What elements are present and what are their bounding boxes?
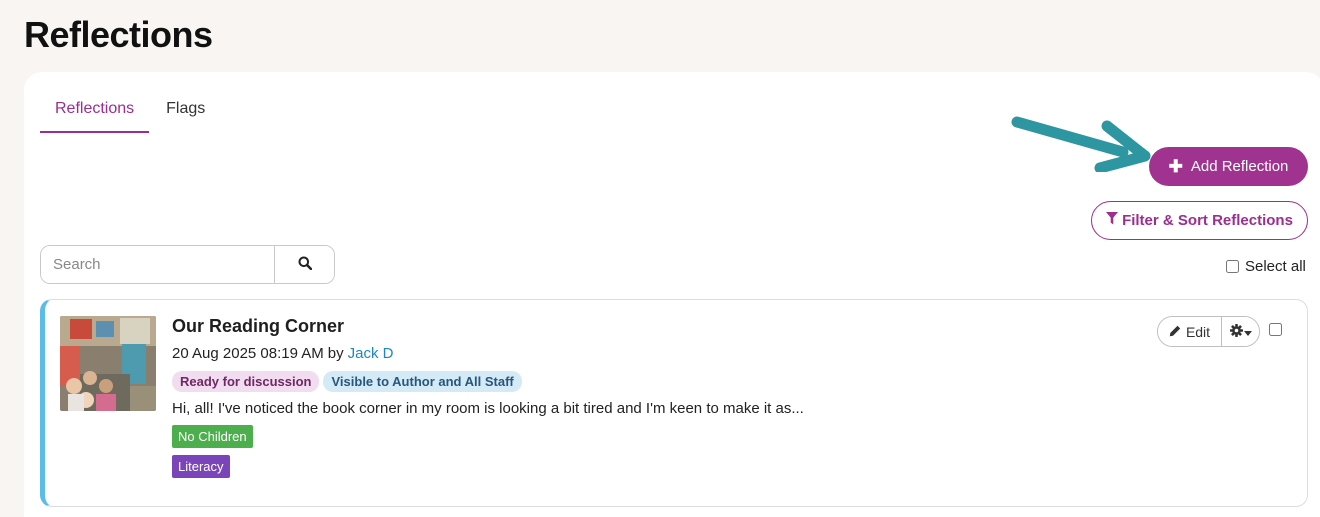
- select-all-checkbox[interactable]: [1226, 260, 1239, 273]
- status-badges: Ready for discussion Visible to Author a…: [172, 371, 522, 392]
- reflection-card[interactable]: Our Reading Corner 20 Aug 2025 08:19 AM …: [40, 299, 1308, 507]
- reflection-checkbox[interactable]: [1269, 323, 1282, 336]
- tab-bar: Reflections Flags: [40, 90, 220, 133]
- author-link[interactable]: Jack D: [348, 345, 394, 362]
- select-all-label: Select all: [1245, 258, 1306, 275]
- reflection-meta: 20 Aug 2025 08:19 AM by Jack D: [172, 345, 393, 362]
- edit-button[interactable]: Edit: [1158, 317, 1221, 346]
- tab-flags[interactable]: Flags: [151, 90, 220, 133]
- add-reflection-button[interactable]: ✚ Add Reflection: [1149, 147, 1308, 186]
- select-all[interactable]: Select all: [1226, 258, 1306, 275]
- filter-sort-button[interactable]: Filter & Sort Reflections: [1091, 201, 1308, 240]
- search-bar: [40, 245, 335, 284]
- reflection-date: 20 Aug 2025 08:19 AM: [172, 345, 324, 362]
- search-button[interactable]: [274, 246, 334, 283]
- status-badge: Ready for discussion: [172, 371, 320, 392]
- arrow-icon: [1005, 110, 1155, 177]
- reflection-title[interactable]: Our Reading Corner: [172, 316, 344, 337]
- add-reflection-label: Add Reflection: [1190, 158, 1289, 175]
- search-input[interactable]: [41, 246, 274, 283]
- tab-reflections[interactable]: Reflections: [40, 90, 150, 133]
- plus-icon: ✚: [1168, 157, 1183, 176]
- page-title: Reflections: [24, 14, 213, 55]
- caret-down-icon: [1243, 324, 1252, 339]
- reflection-excerpt: Hi, all! I've noticed the book corner in…: [172, 400, 804, 417]
- pencil-icon: [1169, 324, 1181, 340]
- children-tag: No Children: [172, 425, 253, 448]
- filter-sort-label: Filter & Sort Reflections: [1122, 212, 1293, 229]
- options-dropdown-button[interactable]: [1221, 317, 1259, 346]
- card-actions: Edit: [1157, 316, 1260, 347]
- literacy-tag: Literacy: [172, 455, 230, 478]
- search-icon: [298, 256, 312, 273]
- reflection-thumbnail[interactable]: [60, 316, 156, 411]
- filter-icon: [1106, 212, 1119, 229]
- visibility-badge: Visible to Author and All Staff: [323, 371, 522, 392]
- gear-icon: [1229, 323, 1243, 340]
- by-label: by: [327, 345, 344, 362]
- edit-label: Edit: [1185, 323, 1211, 340]
